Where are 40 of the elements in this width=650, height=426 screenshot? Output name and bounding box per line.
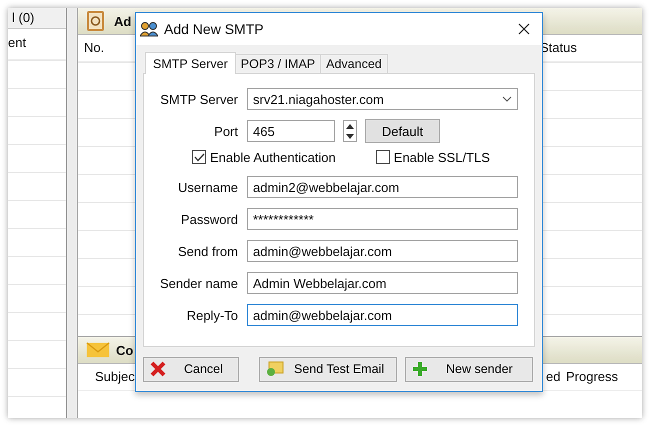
field-label: Port bbox=[213, 124, 238, 138]
window-title: Add New SMTP bbox=[164, 21, 264, 37]
column-header[interactable]: No. bbox=[84, 40, 104, 55]
server-dropdown[interactable]: srv21.niagahoster.com bbox=[247, 88, 518, 110]
field-label: Password bbox=[180, 212, 238, 226]
text-field[interactable]: admin@webbelajar.com bbox=[247, 304, 518, 326]
text-field[interactable]: ************ bbox=[247, 208, 518, 230]
plus-icon bbox=[412, 361, 428, 377]
dialog-button[interactable]: Cancel bbox=[143, 356, 239, 382]
panel-title: Co bbox=[116, 342, 134, 358]
column-header[interactable]: Progress bbox=[566, 369, 618, 384]
checkbox[interactable]: Enable Authentication bbox=[192, 150, 336, 164]
mail-icon bbox=[266, 361, 284, 377]
envelope-icon bbox=[86, 342, 110, 358]
field-label: Send from bbox=[177, 244, 238, 258]
field-label: SMTP Server bbox=[159, 92, 238, 106]
text-field[interactable]: Admin Webbelajar.com bbox=[247, 272, 518, 294]
panel-title: Ad bbox=[114, 14, 132, 28]
column-header[interactable]: ed bbox=[546, 369, 560, 384]
people-icon bbox=[140, 21, 158, 37]
field-label: Reply-To bbox=[186, 308, 238, 322]
text-field[interactable]: admin2@webbelajar.com bbox=[247, 176, 518, 198]
chevron-down-icon bbox=[502, 96, 512, 102]
tab[interactable]: SMTP Server bbox=[145, 52, 236, 74]
column-header[interactable]: Subjec bbox=[95, 369, 135, 384]
default-button[interactable]: Default bbox=[365, 119, 440, 143]
text-field[interactable]: admin@webbelajar.com bbox=[247, 240, 518, 262]
column-header[interactable]: ent bbox=[8, 35, 26, 50]
field-label: Username bbox=[177, 180, 238, 194]
dialog-button[interactable]: New sender bbox=[405, 356, 533, 382]
tab[interactable]: Advanced bbox=[320, 54, 388, 73]
spin-buttons[interactable] bbox=[343, 120, 357, 142]
address-book-icon bbox=[86, 10, 106, 32]
checkbox[interactable]: Enable SSL/TLS bbox=[376, 150, 490, 164]
close-icon[interactable] bbox=[518, 23, 530, 35]
port-field[interactable]: 465 bbox=[247, 120, 335, 142]
field-label: Sender name bbox=[158, 276, 238, 290]
checkmark-icon bbox=[194, 152, 204, 162]
cross-icon bbox=[150, 361, 166, 377]
dialog-button[interactable]: Send Test Email bbox=[259, 356, 397, 382]
